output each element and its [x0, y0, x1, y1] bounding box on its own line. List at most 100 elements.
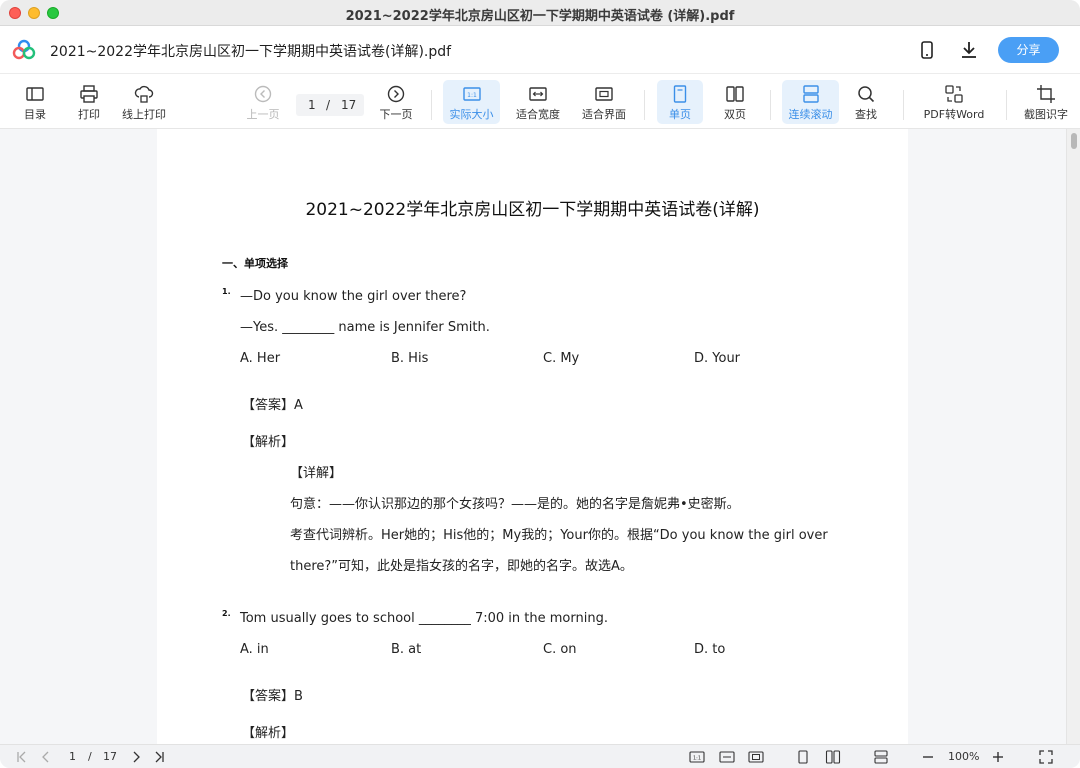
find-button[interactable]: 查找	[846, 80, 886, 124]
continuous-scroll-icon	[802, 85, 819, 103]
chevron-left-circle-icon	[254, 85, 272, 103]
pdf-to-word-label: PDF转Word	[923, 108, 985, 121]
app-header: 2021~2022学年北京房山区初一下学期期中英语试卷(详解).pdf 分享	[0, 26, 1080, 74]
pdf-page: 2021~2022学年北京房山区初一下学期期中英语试卷(详解) 一、单项选择 1…	[157, 129, 908, 744]
actual-size-icon: 1:1	[462, 87, 481, 101]
continuous-scroll-icon[interactable]	[873, 749, 889, 765]
fit-page-icon[interactable]	[748, 749, 764, 765]
prev-page-label: 上一页	[246, 108, 280, 121]
explanation-text: 考查代词辨析。Her她的；His他的；My我的；Your你的。根据“Do you…	[290, 528, 828, 543]
continuous-scroll-button[interactable]: 连续滚动	[782, 80, 839, 124]
question-text: Tom usually goes to school ________ 7:00…	[240, 611, 608, 626]
document-viewer[interactable]: 2021~2022学年北京房山区初一下学期期中英语试卷(详解) 一、单项选择 1…	[0, 129, 1080, 744]
current-page-input[interactable]: 1	[308, 98, 316, 112]
answer-line: 【答案】B	[242, 689, 303, 704]
actual-size-icon[interactable]: 1:1	[689, 749, 705, 765]
online-print-button[interactable]: 线上打印	[116, 80, 172, 124]
status-current-page[interactable]: 1	[69, 750, 76, 763]
detail-heading: 【详解】	[290, 466, 343, 481]
question-text: —Do you know the girl over there?	[240, 289, 467, 304]
option: C. on	[543, 642, 577, 657]
vertical-scrollbar[interactable]	[1066, 129, 1080, 744]
phone-icon[interactable]	[916, 39, 938, 61]
status-actual-size-glyph: 1:1	[693, 756, 701, 762]
prev-page-icon[interactable]	[38, 749, 54, 765]
last-page-icon[interactable]	[151, 749, 167, 765]
actual-size-glyph: 1:1	[467, 92, 477, 99]
option: A. in	[240, 642, 269, 657]
status-page-separator: /	[88, 750, 92, 763]
ocr-button[interactable]: 截图识字	[1018, 80, 1074, 124]
double-page-button[interactable]: 双页	[712, 80, 758, 124]
toolbar-divider	[770, 90, 771, 120]
double-page-label: 双页	[724, 108, 746, 121]
print-label: 打印	[78, 108, 100, 121]
pdf-title: 2021~2022学年北京房山区初一下学期期中英语试卷(详解)	[305, 200, 760, 220]
status-total-pages: 17	[103, 750, 117, 763]
fit-page-label: 适合界面	[582, 108, 626, 121]
fullscreen-icon[interactable]	[1038, 749, 1054, 765]
single-page-icon[interactable]	[795, 749, 811, 765]
page-separator: /	[326, 98, 331, 112]
section-heading: 一、单项选择	[222, 257, 288, 270]
app-window: 2021~2022学年北京房山区初一下学期期中英语试卷 (详解).pdf 202…	[0, 0, 1080, 768]
printer-icon	[80, 85, 98, 103]
double-page-icon[interactable]	[825, 749, 841, 765]
next-page-label: 下一页	[379, 108, 413, 121]
prev-page-button[interactable]: 上一页	[240, 80, 286, 124]
option: A. Her	[240, 351, 281, 366]
toolbar-divider	[644, 90, 645, 120]
single-page-button[interactable]: 单页	[657, 80, 703, 124]
explanation-text: there?”可知，此处是指女孩的名字，即她的名字。故选A。	[290, 559, 633, 574]
search-icon	[858, 86, 875, 103]
page-number-field[interactable]: 1 / 17	[296, 94, 364, 116]
double-page-icon	[726, 86, 744, 102]
first-page-icon[interactable]	[14, 749, 30, 765]
next-page-button[interactable]: 下一页	[373, 80, 419, 124]
pdf-to-word-button[interactable]: PDF转Word	[918, 80, 990, 124]
chevron-right-circle-icon	[387, 85, 405, 103]
document-title: 2021~2022学年北京房山区初一下学期期中英语试卷(详解).pdf	[50, 44, 452, 60]
actual-size-button[interactable]: 1:1 实际大小	[443, 80, 500, 124]
question-number: 2.	[222, 609, 231, 618]
share-button[interactable]: 分享	[998, 37, 1059, 63]
explanation-text: 句意：——你认识那边的那个女孩吗？——是的。她的名字是詹妮弗•史密斯。	[290, 497, 740, 512]
zoom-level: 100%	[948, 750, 980, 763]
continuous-scroll-label: 连续滚动	[788, 108, 833, 121]
toolbar-divider	[903, 90, 904, 120]
zoom-out-icon[interactable]	[920, 749, 936, 765]
sidebar-icon	[26, 87, 44, 101]
app-logo-icon	[12, 39, 36, 60]
fit-width-icon[interactable]	[719, 749, 735, 765]
analysis-heading: 【解析】	[242, 726, 295, 741]
toolbar: 目录 打印 线上打印 上一页 1 / 17 下一页 1:1 实际大小 适合宽度 …	[0, 74, 1080, 129]
toc-label: 目录	[24, 108, 46, 121]
fit-page-button[interactable]: 适合界面	[576, 80, 632, 124]
title-bar: 2021~2022学年北京房山区初一下学期期中英语试卷 (详解).pdf	[0, 0, 1080, 26]
option: B. His	[391, 351, 429, 366]
single-page-icon	[673, 85, 687, 103]
question-number: 1.	[222, 287, 231, 296]
fit-page-icon	[595, 87, 613, 101]
next-page-icon[interactable]	[128, 749, 144, 765]
option: C. My	[543, 351, 580, 366]
download-icon[interactable]	[958, 39, 980, 61]
option: D. to	[694, 642, 726, 657]
option: D. Your	[694, 351, 741, 366]
find-label: 查找	[855, 108, 877, 121]
fit-width-icon	[529, 87, 547, 101]
convert-icon	[945, 85, 963, 103]
fit-width-button[interactable]: 适合宽度	[510, 80, 566, 124]
print-button[interactable]: 打印	[68, 80, 110, 124]
zoom-in-icon[interactable]	[990, 749, 1006, 765]
scrollbar-thumb[interactable]	[1071, 133, 1077, 149]
answer-line: 【答案】A	[242, 398, 303, 413]
total-pages: 17	[341, 98, 357, 112]
toolbar-divider	[1006, 90, 1007, 120]
ocr-label: 截图识字	[1024, 108, 1068, 121]
single-page-label: 单页	[669, 108, 691, 121]
toc-button[interactable]: 目录	[14, 80, 56, 124]
crop-icon	[1037, 85, 1055, 103]
option: B. at	[391, 642, 422, 657]
fit-width-label: 适合宽度	[516, 108, 560, 121]
